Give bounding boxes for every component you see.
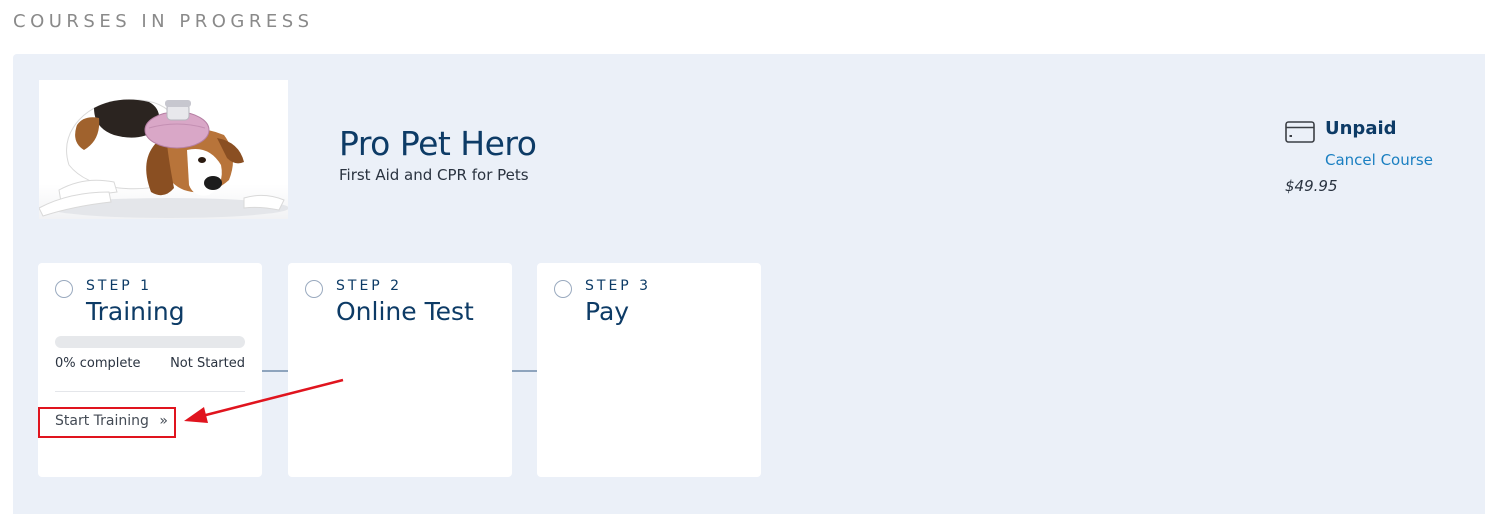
annotation-highlight-box: [38, 407, 176, 438]
course-image: [39, 80, 288, 219]
step-number: STEP 2: [336, 278, 403, 294]
credit-card-icon: [1285, 121, 1315, 143]
step-connector: [262, 370, 288, 372]
payment-status: Unpaid Cancel Course $49.95: [1285, 118, 1485, 208]
step-status-radio: [554, 280, 572, 298]
step-card-online-test: STEP 2 Online Test: [288, 263, 512, 477]
section-title: COURSES IN PROGRESS: [13, 11, 314, 32]
payment-status-label: Unpaid: [1325, 118, 1397, 139]
training-progress-bar: [55, 336, 245, 348]
annotation-arrow-icon: [184, 378, 344, 423]
course-panel: Pro Pet Hero First Aid and CPR for Pets …: [13, 54, 1485, 514]
progress-status: Not Started: [170, 356, 245, 371]
step-title: Pay: [585, 297, 630, 326]
step-card-pay: STEP 3 Pay: [537, 263, 761, 477]
course-title[interactable]: Pro Pet Hero: [339, 124, 537, 164]
step-title: Training: [86, 297, 185, 326]
progress-percent: 0% complete: [55, 356, 141, 371]
step-card-training: STEP 1 Training 0% complete Not Started …: [38, 263, 262, 477]
step-connector: [512, 370, 538, 372]
course-price: $49.95: [1285, 177, 1338, 195]
step-number: STEP 3: [585, 278, 652, 294]
step-status-radio: [55, 280, 73, 298]
cancel-course-link[interactable]: Cancel Course: [1325, 151, 1433, 169]
course-subtitle: First Aid and CPR for Pets: [339, 166, 529, 184]
step-title: Online Test: [336, 297, 474, 326]
step-status-radio: [305, 280, 323, 298]
step-number: STEP 1: [86, 278, 153, 294]
beagle-illustration: [39, 99, 288, 218]
